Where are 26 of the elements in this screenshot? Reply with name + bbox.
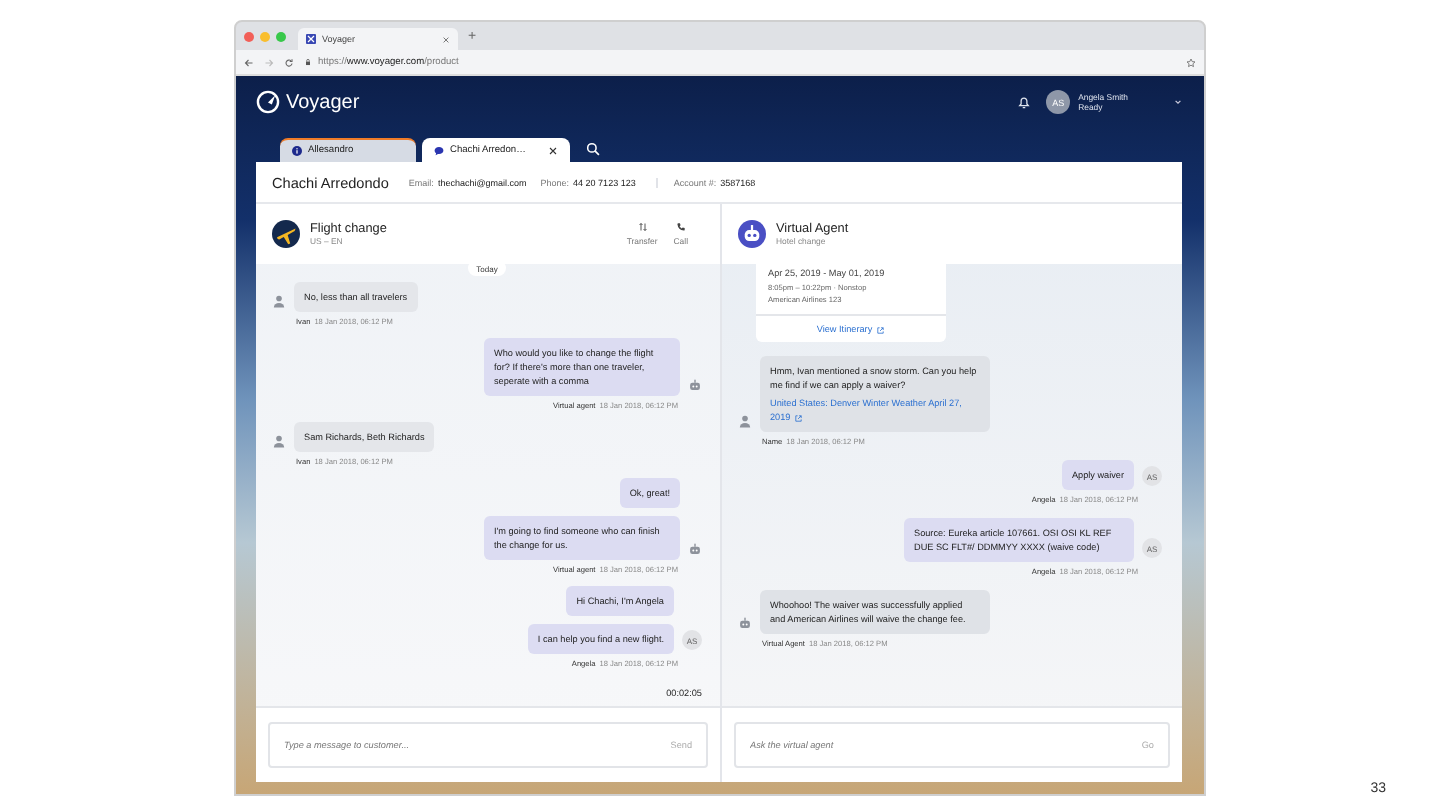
close-window-button[interactable] — [244, 31, 254, 41]
robot-icon — [738, 220, 766, 248]
logo-icon — [256, 90, 280, 114]
caret-icon[interactable] — [1172, 96, 1184, 108]
external-link-icon — [794, 413, 804, 423]
person-icon — [738, 414, 752, 429]
chat-bubble-icon — [434, 145, 444, 155]
info-icon — [292, 146, 302, 156]
robot-icon — [688, 378, 702, 392]
person-icon — [272, 434, 286, 448]
close-icon[interactable] — [548, 145, 558, 155]
airplane-logo-icon — [272, 220, 300, 248]
star-icon[interactable] — [1186, 57, 1196, 67]
reload-icon[interactable] — [284, 57, 294, 67]
logo-text: Voyager — [286, 91, 360, 113]
search-icon[interactable] — [586, 142, 600, 156]
person-icon — [272, 294, 286, 308]
external-link-icon — [876, 325, 886, 335]
robot-icon — [738, 616, 752, 631]
back-arrow-icon[interactable] — [244, 57, 254, 67]
robot-icon — [688, 542, 702, 556]
lock-icon — [304, 58, 312, 66]
phone-icon — [675, 222, 686, 232]
favicon-icon — [306, 34, 316, 44]
bell-icon[interactable] — [1016, 94, 1033, 110]
transfer-icon — [637, 222, 648, 232]
